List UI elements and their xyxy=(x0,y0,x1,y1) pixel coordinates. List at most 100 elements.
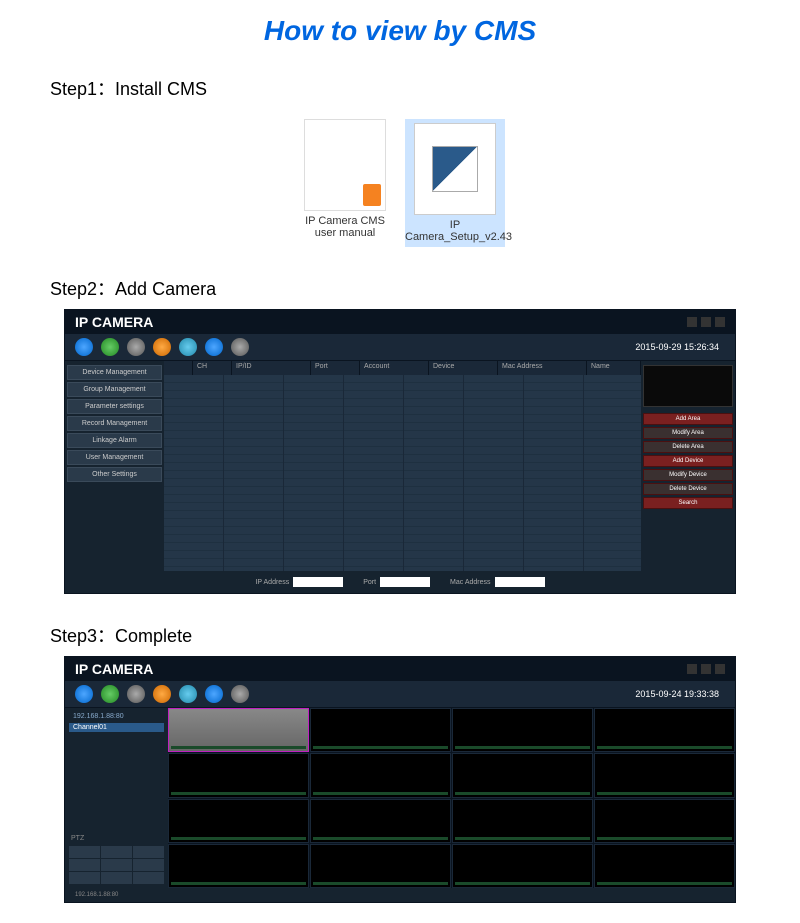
modify-device-button[interactable]: Modify Device xyxy=(643,469,733,481)
ptz-down-left[interactable] xyxy=(69,872,100,884)
footer-info: 192.168.1.88:80 xyxy=(75,892,118,898)
tree-channel[interactable]: Channel01 xyxy=(69,723,164,732)
video-cell[interactable] xyxy=(594,799,735,843)
ptz-label: PTZ xyxy=(69,833,164,844)
table-body[interactable] xyxy=(164,375,641,571)
mac-input[interactable] xyxy=(495,577,545,587)
video-cell[interactable] xyxy=(168,799,309,843)
cms-datetime: 2015-09-29 15:26:34 xyxy=(635,342,725,352)
window-controls xyxy=(687,317,725,327)
ptz-left[interactable] xyxy=(69,859,100,871)
sidebar-item-param[interactable]: Parameter settings xyxy=(67,399,162,414)
ptz-right[interactable] xyxy=(133,859,164,871)
video-cell[interactable] xyxy=(310,799,451,843)
ptz-control xyxy=(69,846,164,884)
delete-device-button[interactable]: Delete Device xyxy=(643,483,733,495)
col-ch[interactable]: CH xyxy=(193,361,232,375)
document-icon xyxy=(304,119,386,211)
live-toolbar: 2015-09-24 19:33:38 xyxy=(65,681,735,708)
port-label: Port xyxy=(363,579,376,586)
col-device[interactable]: Device xyxy=(429,361,498,375)
file-manual-label: IP Camera CMS user manual xyxy=(295,215,395,239)
col-check[interactable] xyxy=(164,361,193,375)
toolbar-icon[interactable] xyxy=(101,338,119,356)
live-app-title: IP CAMERA xyxy=(75,661,153,677)
col-name[interactable]: Name xyxy=(587,361,641,375)
file-setup[interactable]: IP Camera_Setup_v2.43 xyxy=(405,119,505,247)
add-area-button[interactable]: Add Area xyxy=(643,413,733,425)
tree-device[interactable]: 192.168.1.88:80 xyxy=(69,712,164,721)
close-icon[interactable] xyxy=(715,664,725,674)
video-cell[interactable] xyxy=(452,799,593,843)
video-cell[interactable] xyxy=(310,708,451,752)
maximize-icon[interactable] xyxy=(701,664,711,674)
live-titlebar: IP CAMERA xyxy=(65,657,735,681)
col-port[interactable]: Port xyxy=(311,361,360,375)
step1-files: IP Camera CMS user manual IP Camera_Setu… xyxy=(0,109,800,267)
toolbar-settings-icon[interactable] xyxy=(231,685,249,703)
cms-live-window: IP CAMERA 2015-09-24 19:33:38 192.168.1.… xyxy=(64,656,736,903)
cms-toolbar: 2015-09-29 15:26:34 xyxy=(65,334,735,361)
cms-titlebar: IP CAMERA xyxy=(65,310,735,334)
video-cell[interactable] xyxy=(594,708,735,752)
col-ip[interactable]: IP/ID xyxy=(232,361,311,375)
minimize-icon[interactable] xyxy=(687,317,697,327)
modify-area-button[interactable]: Modify Area xyxy=(643,427,733,439)
toolbar-icon[interactable] xyxy=(153,338,171,356)
cms-right-panel: Add Area Modify Area Delete Area Add Dev… xyxy=(641,361,735,571)
cms-footer: IP Address Port Mac Address xyxy=(65,571,735,593)
ptz-up-left[interactable] xyxy=(69,846,100,858)
ip-label: IP Address xyxy=(255,579,289,586)
toolbar-icon[interactable] xyxy=(205,338,223,356)
live-sidebar: 192.168.1.88:80 Channel01 PTZ xyxy=(65,708,168,888)
port-input[interactable] xyxy=(380,577,430,587)
toolbar-home-icon[interactable] xyxy=(75,338,93,356)
toolbar-icon[interactable] xyxy=(127,685,145,703)
video-cell[interactable] xyxy=(168,844,309,888)
sidebar-item-alarm[interactable]: Linkage Alarm xyxy=(67,433,162,448)
delete-area-button[interactable]: Delete Area xyxy=(643,441,733,453)
toolbar-icon[interactable] xyxy=(101,685,119,703)
step1-label: Step1：Install CMS xyxy=(0,67,800,109)
device-table: CH IP/ID Port Account Device Mac Address… xyxy=(164,361,641,571)
file-manual[interactable]: IP Camera CMS user manual xyxy=(295,119,395,247)
step3-label: Step3：Complete xyxy=(0,614,800,656)
maximize-icon[interactable] xyxy=(701,317,711,327)
window-controls xyxy=(687,664,725,674)
video-cell[interactable] xyxy=(310,844,451,888)
sidebar-item-group-mgmt[interactable]: Group Management xyxy=(67,382,162,397)
add-device-button[interactable]: Add Device xyxy=(643,455,733,467)
sidebar-item-user[interactable]: User Management xyxy=(67,450,162,465)
toolbar-icon[interactable] xyxy=(153,685,171,703)
minimize-icon[interactable] xyxy=(687,664,697,674)
ptz-up[interactable] xyxy=(101,846,132,858)
sidebar-item-record[interactable]: Record Management xyxy=(67,416,162,431)
ptz-down[interactable] xyxy=(101,872,132,884)
sidebar-item-device-mgmt[interactable]: Device Management xyxy=(67,365,162,380)
toolbar-home-icon[interactable] xyxy=(75,685,93,703)
ip-input[interactable] xyxy=(293,577,343,587)
ptz-center[interactable] xyxy=(101,859,132,871)
toolbar-icon[interactable] xyxy=(127,338,145,356)
video-cell[interactable] xyxy=(168,753,309,797)
toolbar-icon[interactable] xyxy=(179,685,197,703)
video-cell[interactable] xyxy=(452,753,593,797)
video-cell-1[interactable] xyxy=(168,708,309,752)
video-cell[interactable] xyxy=(310,753,451,797)
device-preview xyxy=(643,365,733,407)
toolbar-icon[interactable] xyxy=(179,338,197,356)
video-cell[interactable] xyxy=(594,753,735,797)
sidebar-item-other[interactable]: Other Settings xyxy=(67,467,162,482)
video-cell[interactable] xyxy=(452,844,593,888)
search-button[interactable]: Search xyxy=(643,497,733,509)
ptz-up-right[interactable] xyxy=(133,846,164,858)
col-mac[interactable]: Mac Address xyxy=(498,361,587,375)
mac-label: Mac Address xyxy=(450,579,490,586)
col-account[interactable]: Account xyxy=(360,361,429,375)
close-icon[interactable] xyxy=(715,317,725,327)
toolbar-settings-icon[interactable] xyxy=(231,338,249,356)
video-cell[interactable] xyxy=(594,844,735,888)
ptz-down-right[interactable] xyxy=(133,872,164,884)
video-cell[interactable] xyxy=(452,708,593,752)
toolbar-icon[interactable] xyxy=(205,685,223,703)
